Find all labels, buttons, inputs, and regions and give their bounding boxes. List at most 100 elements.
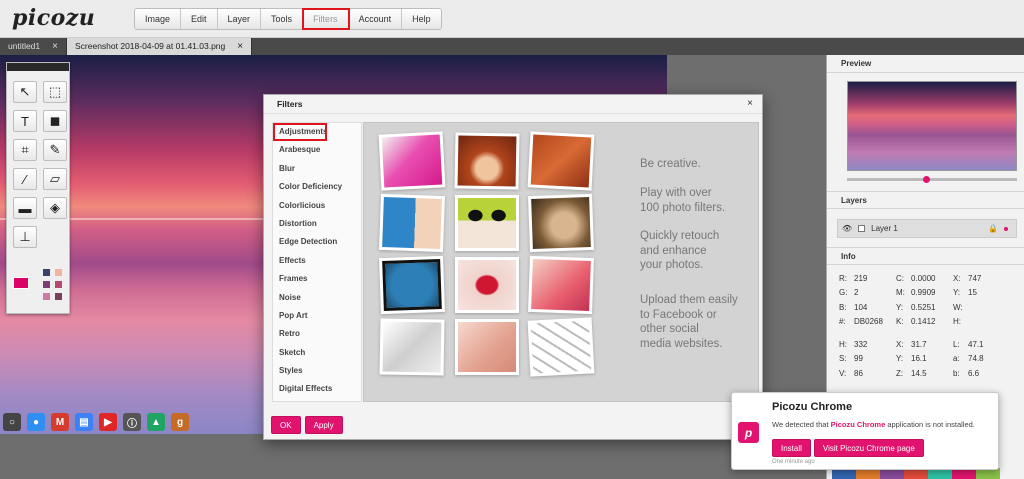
menu-help[interactable]: Help: [402, 9, 441, 29]
filter-category-list: Adjustments Arabesque Blur Color Deficiency…: [272, 122, 362, 402]
chrome-icon[interactable]: ●: [27, 413, 45, 431]
info-value: 6.6: [968, 368, 980, 378]
filter-item-blur[interactable]: Blur: [273, 160, 361, 178]
info-value: 74.8: [968, 354, 984, 364]
filters-dialog-title: Filters: [264, 95, 762, 114]
layer-color-dot-icon: [1004, 226, 1008, 231]
filter-item-colorlicious[interactable]: Colorlicious: [273, 197, 361, 215]
info-key: H:: [839, 339, 847, 349]
bookmark-app-icon[interactable]: g: [171, 413, 189, 431]
toolbox-drag-handle[interactable]: [7, 63, 69, 71]
ruler-icon[interactable]: ▬: [13, 197, 37, 219]
info-row: H: 332 X: 31.7 L: 47.1: [839, 337, 1010, 352]
palette-swatch[interactable]: [55, 281, 62, 288]
info-value: [968, 315, 1010, 330]
picozu-app-icon: p: [738, 422, 759, 443]
filter-item-effects[interactable]: Effects: [273, 252, 361, 270]
shape-tool-icon[interactable]: ◼: [43, 110, 67, 132]
document-tabs: untitled1 × Screenshot 2018-04-09 at 01.41…: [0, 38, 1024, 55]
notification-time: One minute ago: [772, 459, 815, 465]
layer-row[interactable]: 👁 Layer 1 🔒: [837, 219, 1017, 238]
document-tab[interactable]: Screenshot 2018-04-09 at 01.41.03.png ×: [66, 38, 253, 55]
document-tab[interactable]: untitled1 ×: [0, 38, 67, 55]
zoom-slider[interactable]: [847, 178, 1017, 181]
filter-item-frames[interactable]: Frames: [273, 270, 361, 288]
marquee-select-icon[interactable]: ⬚: [43, 81, 67, 103]
info-row: R: 219 C: 0.0000 X: 747: [839, 271, 1010, 286]
menu-layer[interactable]: Layer: [218, 9, 262, 29]
info-value: 86: [854, 368, 863, 378]
notification-message: We detected that Picozu Chrome applicati…: [772, 420, 975, 429]
menu-tools[interactable]: Tools: [261, 9, 304, 29]
collage-tile: [379, 193, 445, 253]
stamp-tool-icon[interactable]: ⊥: [13, 226, 37, 248]
info-value: 332: [854, 339, 868, 349]
filter-item-edge-detection[interactable]: Edge Detection: [273, 233, 361, 251]
close-icon[interactable]: ×: [52, 38, 58, 55]
filter-item-noise[interactable]: Noise: [273, 289, 361, 307]
info-value: 15: [968, 288, 977, 298]
palette-swatch[interactable]: [43, 269, 50, 276]
info-app-icon[interactable]: ⓘ: [123, 413, 141, 431]
palette-swatch[interactable]: [55, 269, 62, 276]
tab-label: untitled1: [8, 41, 41, 51]
toolbox-panel: ↖ ⬚ T ◼ ⌗ ✎ ⁄ ▱ ▬ ◈ ⊥: [6, 62, 70, 314]
menu-image[interactable]: Image: [135, 9, 182, 29]
info-key: G:: [839, 288, 848, 298]
zoom-slider-knob[interactable]: [923, 176, 930, 183]
taskbar: ○ ● M ▤ ▶ ⓘ ▲ g: [0, 408, 189, 436]
filter-item-sketch[interactable]: Sketch: [273, 344, 361, 362]
docs-icon[interactable]: ▤: [75, 413, 93, 431]
info-key: W:: [953, 302, 963, 312]
circle-app-icon[interactable]: ○: [3, 413, 21, 431]
menu-edit[interactable]: Edit: [181, 9, 218, 29]
filter-item-arabesque[interactable]: Arabesque: [273, 141, 361, 159]
preview-thumbnail[interactable]: [847, 81, 1017, 171]
collage-tile: [455, 257, 519, 313]
filter-item-adjustments[interactable]: Adjustments: [273, 123, 327, 142]
close-icon[interactable]: ×: [237, 38, 243, 55]
filter-item-styles[interactable]: Styles: [273, 362, 361, 380]
info-key: #:: [839, 317, 846, 327]
palette-swatch[interactable]: [55, 293, 62, 300]
filter-item-pop-art[interactable]: Pop Art: [273, 307, 361, 325]
drive-icon[interactable]: ▲: [147, 413, 165, 431]
info-value: 0.1412: [911, 317, 936, 327]
close-icon[interactable]: ×: [747, 98, 753, 109]
info-key: Y:: [953, 288, 961, 298]
brush-tool-icon[interactable]: ✎: [43, 139, 67, 161]
eraser-icon[interactable]: ▱: [43, 168, 67, 190]
filter-item-distortion[interactable]: Distortion: [273, 215, 361, 233]
layers-title: Layers: [827, 191, 1024, 209]
picozu-logo[interactable]: picozu: [12, 5, 95, 31]
preview-title: Preview: [827, 55, 1024, 73]
lock-icon[interactable]: 🔒: [988, 224, 998, 233]
palette-swatch[interactable]: [43, 293, 50, 300]
foreground-color-swatch[interactable]: [13, 277, 29, 289]
info-value: 2: [854, 288, 859, 298]
fill-bucket-icon[interactable]: ◈: [43, 197, 67, 219]
eyedropper-icon[interactable]: ⁄: [13, 168, 37, 190]
gmail-icon[interactable]: M: [51, 413, 69, 431]
menu-filters[interactable]: Filters: [302, 8, 350, 30]
palette-swatch[interactable]: [43, 281, 50, 288]
info-row: #: DB0268 K: 0.1412 H:: [839, 315, 1010, 330]
collage-tile: [455, 319, 519, 375]
filter-preview-panel: Be creative. Play with over 100 photo fi…: [363, 122, 759, 402]
apply-button[interactable]: Apply: [304, 416, 343, 434]
menu-account[interactable]: Account: [349, 9, 403, 29]
youtube-icon[interactable]: ▶: [99, 413, 117, 431]
move-tool-icon[interactable]: ↖: [13, 81, 37, 103]
info-table-bottom: H: 332 X: 31.7 L: 47.1 S: 99 Y: 16.1 a: 74.8 V: 86 Z: 1…: [839, 337, 1010, 381]
collage-tile: [379, 318, 445, 376]
crop-tool-icon[interactable]: ⌗: [13, 139, 37, 161]
visit-chrome-page-button[interactable]: Visit Picozu Chrome page: [813, 439, 924, 457]
filter-item-retro[interactable]: Retro: [273, 325, 361, 343]
eye-icon[interactable]: 👁: [842, 224, 852, 233]
info-key: L:: [953, 339, 960, 349]
text-tool-icon[interactable]: T: [13, 110, 37, 132]
install-button[interactable]: Install: [772, 439, 811, 457]
filter-item-color-deficiency[interactable]: Color Deficiency: [273, 178, 361, 196]
filter-item-digital-effects[interactable]: Digital Effects: [273, 380, 361, 398]
ok-button[interactable]: OK: [271, 416, 301, 434]
